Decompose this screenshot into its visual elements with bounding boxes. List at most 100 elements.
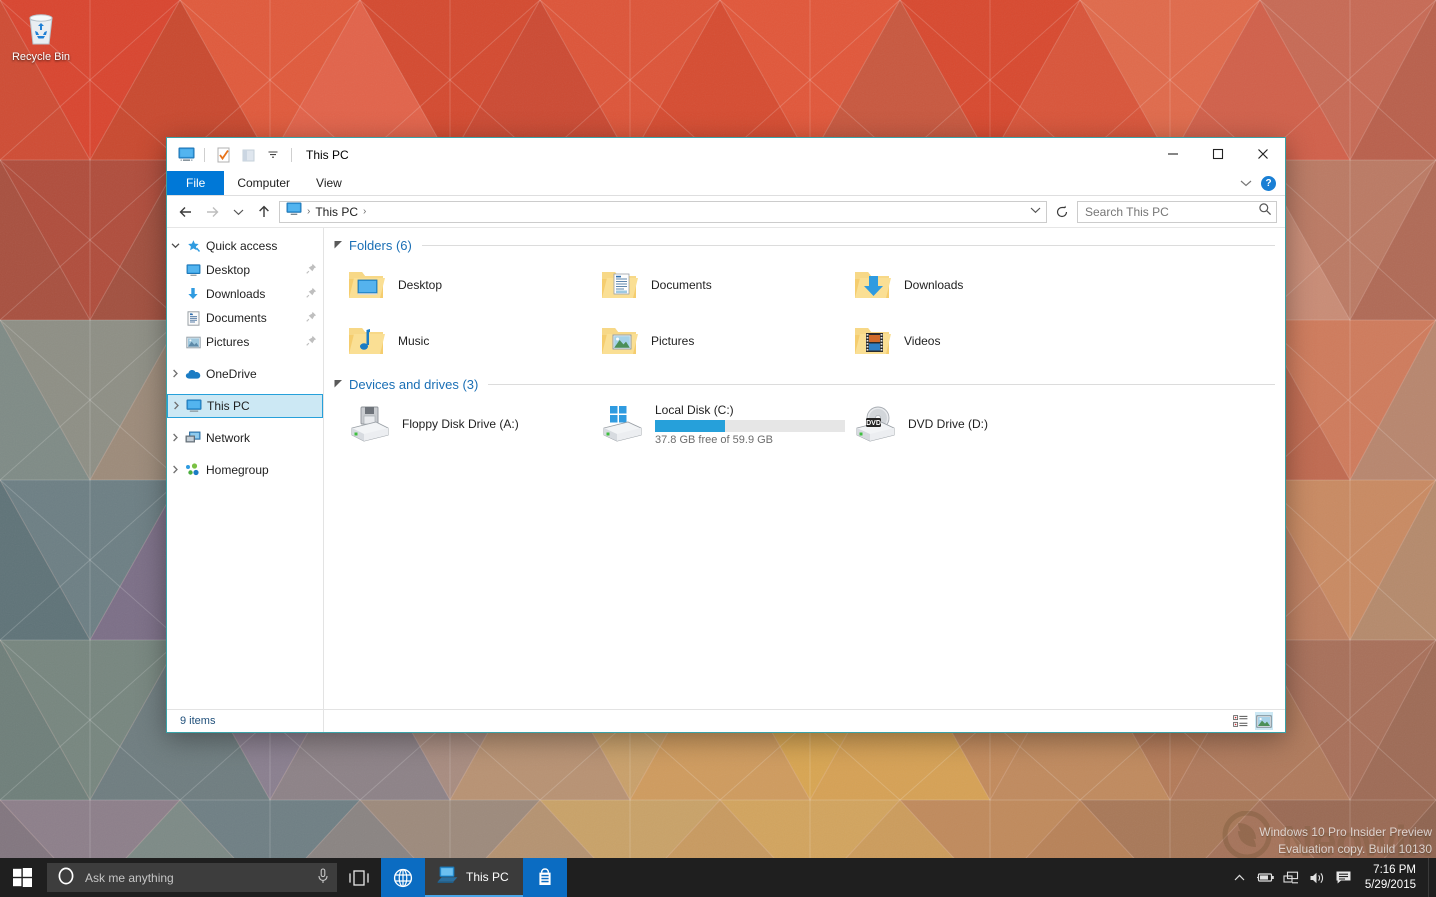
- chevron-right-icon[interactable]: [167, 465, 183, 476]
- show-hidden-icons-button[interactable]: [1227, 858, 1253, 897]
- folder-label-documents: Documents: [651, 278, 712, 292]
- sidebar-item-downloads[interactable]: Downloads: [167, 282, 323, 306]
- file-explorer-window[interactable]: This PC File Computer View ? › This PC ›…: [166, 137, 1286, 733]
- drive-tile-local-disk[interactable]: Local Disk (C:) 37.8 GB free of 59.9 GB: [585, 396, 845, 452]
- taskbar-item-this-pc[interactable]: This PC: [425, 858, 523, 897]
- navigation-pane[interactable]: Quick access Desktop Downloads Documents…: [167, 228, 324, 709]
- drive-label-local-disk: Local Disk (C:): [655, 402, 734, 417]
- search-icon[interactable]: [1258, 202, 1272, 221]
- collapse-triangle-icon[interactable]: [334, 379, 343, 390]
- cortana-circle-icon: [57, 867, 75, 888]
- floppy-drive-icon: [346, 402, 392, 446]
- folder-label-downloads: Downloads: [904, 278, 964, 292]
- recycle-bin-label: Recycle Bin: [11, 51, 71, 63]
- folder-tile-desktop[interactable]: Desktop: [332, 257, 585, 313]
- minimize-button[interactable]: [1150, 138, 1195, 169]
- chevron-right-icon[interactable]: [167, 433, 183, 444]
- group-title-folders: Folders (6): [349, 238, 412, 253]
- downloads-icon: [183, 287, 203, 301]
- battery-icon[interactable]: [1253, 858, 1279, 897]
- collapse-triangle-icon[interactable]: [334, 240, 343, 251]
- action-center-icon[interactable]: [1331, 858, 1357, 897]
- pin-icon[interactable]: [306, 263, 317, 277]
- folder-tile-videos[interactable]: Videos: [838, 313, 1091, 369]
- search-box[interactable]: [1077, 200, 1277, 223]
- chevron-down-icon[interactable]: [167, 241, 183, 251]
- pin-icon[interactable]: [306, 287, 317, 301]
- taskbar-clock[interactable]: 7:16 PM 5/29/2015: [1357, 858, 1428, 897]
- drive-tile-floppy[interactable]: Floppy Disk Drive (A:): [332, 396, 585, 452]
- ribbon-tab-bar[interactable]: File Computer View ?: [167, 171, 1285, 196]
- new-folder-icon[interactable]: [237, 144, 259, 166]
- taskbar-label-this-pc: This PC: [466, 869, 509, 884]
- pin-icon[interactable]: [306, 335, 317, 349]
- folder-music-icon: [346, 320, 388, 362]
- chevron-right-icon[interactable]: [168, 401, 184, 412]
- breadcrumb-separator-1[interactable]: ›: [307, 206, 310, 217]
- chevron-right-icon[interactable]: [167, 369, 183, 380]
- address-bar-row[interactable]: › This PC ›: [167, 196, 1285, 227]
- group-header-folders[interactable]: Folders (6): [334, 238, 1285, 253]
- content-pane[interactable]: Folders (6) Desktop Documents Downloads …: [324, 228, 1285, 709]
- back-button[interactable]: [175, 201, 197, 223]
- sidebar-item-desktop[interactable]: Desktop: [167, 258, 323, 282]
- volume-icon[interactable]: [1305, 858, 1331, 897]
- sidebar-item-network[interactable]: Network: [167, 426, 323, 450]
- network-icon[interactable]: [1279, 858, 1305, 897]
- customize-qat-icon[interactable]: [262, 144, 284, 166]
- close-button[interactable]: [1240, 138, 1285, 169]
- properties-icon[interactable]: [212, 144, 234, 166]
- folder-tile-music[interactable]: Music: [332, 313, 585, 369]
- address-dropdown-icon[interactable]: [1027, 206, 1043, 217]
- folder-tile-documents[interactable]: Documents: [585, 257, 838, 313]
- start-button[interactable]: [0, 858, 44, 897]
- group-header-devices[interactable]: Devices and drives (3): [334, 377, 1285, 392]
- folder-tile-pictures[interactable]: Pictures: [585, 313, 838, 369]
- sidebar-item-documents[interactable]: Documents: [167, 306, 323, 330]
- sidebar-item-homegroup[interactable]: Homegroup: [167, 458, 323, 482]
- expand-ribbon-icon[interactable]: [1240, 174, 1252, 192]
- store-button[interactable]: [522, 858, 567, 897]
- sidebar-item-onedrive[interactable]: OneDrive: [167, 362, 323, 386]
- details-view-button[interactable]: [1231, 712, 1249, 730]
- tab-file[interactable]: File: [167, 171, 225, 195]
- this-pc-icon[interactable]: [175, 144, 197, 166]
- dvd-drive-icon: DVD: [852, 402, 898, 446]
- sidebar-item-pictures[interactable]: Pictures: [167, 330, 323, 354]
- breadcrumb-this-pc[interactable]: This PC: [315, 205, 358, 219]
- address-bar[interactable]: › This PC ›: [279, 200, 1047, 223]
- microphone-icon[interactable]: [317, 868, 329, 887]
- window-title: This PC: [306, 147, 349, 162]
- large-icons-view-button[interactable]: [1255, 712, 1273, 730]
- sidebar-item-this-pc[interactable]: This PC: [167, 394, 323, 418]
- cortana-placeholder: Ask me anything: [85, 870, 174, 885]
- drive-tile-dvd[interactable]: DVD DVD Drive (D:): [838, 396, 1091, 452]
- taskbar[interactable]: Ask me anything This PC 7:16 PM 5/29/201…: [0, 858, 1436, 897]
- pin-icon[interactable]: [306, 311, 317, 325]
- cortana-search-box[interactable]: Ask me anything: [47, 863, 337, 892]
- forward-button[interactable]: [201, 201, 223, 223]
- quick-access-toolbar[interactable]: [175, 144, 296, 166]
- up-button[interactable]: [253, 201, 275, 223]
- sidebar-item-quick-access[interactable]: Quick access: [167, 234, 323, 258]
- desktop[interactable]: Recycle Bin This PC File Computer View ?…: [0, 0, 1436, 897]
- star-pin-icon: [183, 239, 203, 254]
- breadcrumb-separator-2[interactable]: ›: [363, 206, 366, 217]
- tab-view[interactable]: View: [303, 171, 355, 195]
- system-tray[interactable]: 7:16 PM 5/29/2015: [1227, 858, 1436, 897]
- maximize-button[interactable]: [1195, 138, 1240, 169]
- tab-computer[interactable]: Computer: [224, 171, 303, 195]
- folder-documents-icon: [599, 264, 641, 306]
- task-view-button[interactable]: [337, 858, 381, 897]
- folder-videos-icon: [852, 320, 894, 362]
- recent-locations-button[interactable]: [227, 201, 249, 223]
- title-bar[interactable]: This PC: [167, 138, 1285, 171]
- recycle-bin-desktop-icon[interactable]: Recycle Bin: [4, 6, 78, 64]
- refresh-button[interactable]: [1051, 201, 1073, 223]
- show-desktop-button[interactable]: [1428, 858, 1436, 897]
- folder-tile-downloads[interactable]: Downloads: [838, 257, 1091, 313]
- search-input[interactable]: [1085, 204, 1258, 219]
- help-icon[interactable]: ?: [1261, 175, 1276, 191]
- window-controls[interactable]: [1150, 138, 1285, 171]
- edge-button[interactable]: [381, 858, 425, 897]
